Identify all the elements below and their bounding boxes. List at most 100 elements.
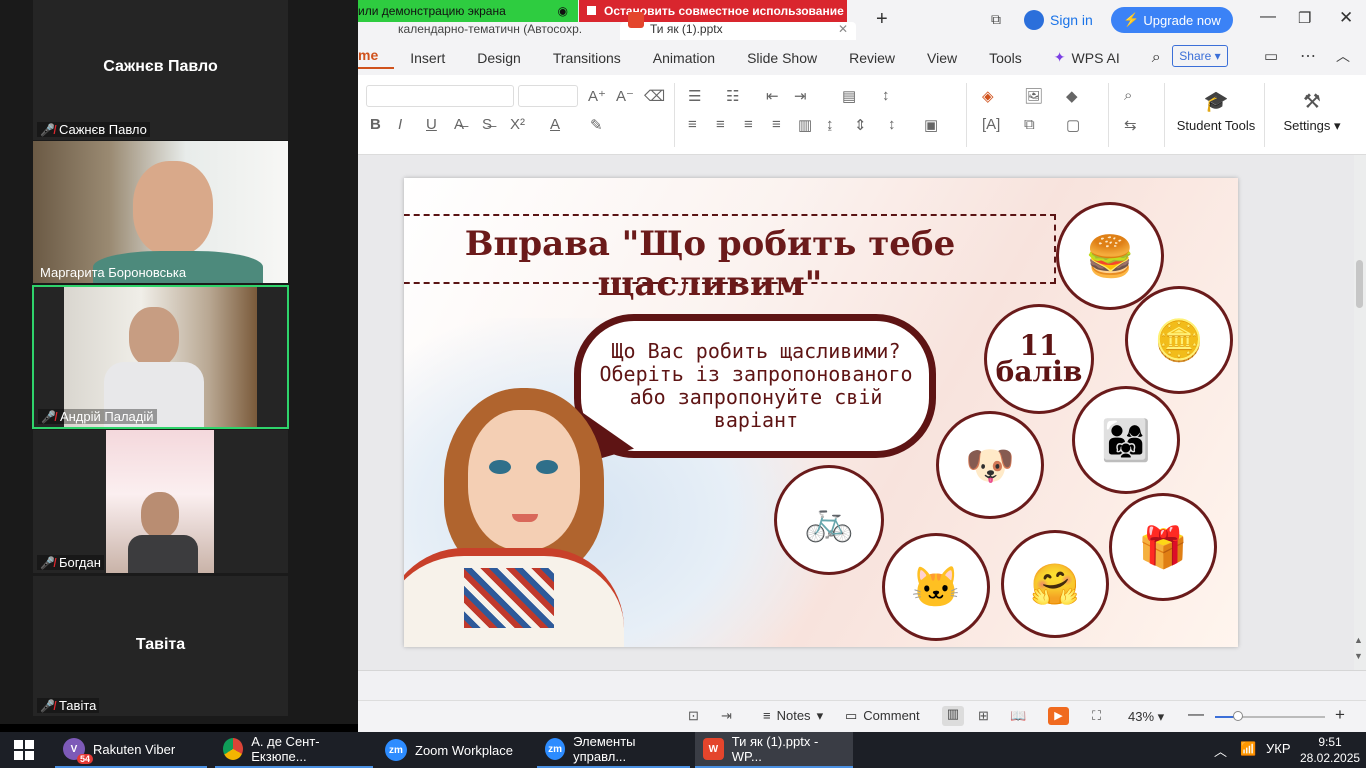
tab-home[interactable]: me <box>358 47 395 69</box>
score-circle[interactable]: 11 балів <box>984 304 1094 414</box>
fast-food-icon[interactable]: 🍔 <box>1056 202 1164 310</box>
taskbar-wps[interactable]: W Ти як (1).pptx - WP... <box>695 732 853 768</box>
taskbar-viber[interactable]: V 54 Rakuten Viber <box>55 732 207 768</box>
align-left-icon[interactable]: ≡ <box>688 116 697 133</box>
font-color-icon[interactable]: A <box>550 116 560 133</box>
underline-icon[interactable]: U <box>426 116 437 133</box>
network-icon[interactable]: 📶 <box>1240 741 1256 757</box>
italic-icon[interactable]: I <box>398 116 402 133</box>
collapse-ribbon-icon[interactable]: ︿ <box>1336 46 1350 66</box>
tab-view[interactable]: View <box>911 50 973 66</box>
student-tools-button[interactable]: 🎓 Student Tools <box>1176 89 1256 133</box>
text-box-align-icon[interactable]: ▣ <box>924 116 938 134</box>
zoom-slider-thumb[interactable] <box>1233 711 1243 721</box>
columns-icon[interactable]: ▥ <box>798 116 812 134</box>
zoom-level[interactable]: 43% ▾ <box>1128 709 1164 725</box>
find-icon[interactable]: ⌕ <box>1124 87 1132 104</box>
chevron-up-icon[interactable]: ︿ <box>1214 741 1227 760</box>
coins-icon[interactable]: 🪙 <box>1125 286 1233 394</box>
family-icon[interactable]: 👨‍👩‍👧 <box>1072 386 1180 494</box>
indent-icon[interactable]: ⇥ <box>794 87 807 105</box>
sorter-view-icon[interactable]: ⊞ <box>978 708 989 724</box>
sort-icon[interactable]: ↕ <box>882 87 890 104</box>
bicycle-icon[interactable]: 🚲 <box>774 465 884 575</box>
tab-transitions[interactable]: Transitions <box>537 50 637 66</box>
arrange-icon[interactable]: ⧉ <box>1024 116 1035 133</box>
children-hug-icon[interactable]: 🤗 <box>1001 530 1109 638</box>
taskbar-chrome[interactable]: А. де Сент-Екзюпе... <box>215 732 373 768</box>
window-switch-icon[interactable]: ⧉ <box>991 11 1001 28</box>
fill-icon[interactable]: ◆ <box>1066 87 1078 105</box>
fit-window-icon[interactable]: ⛶ <box>1092 708 1101 724</box>
bold-icon[interactable]: B <box>370 116 381 133</box>
participant-tile[interactable]: Маргарита Бороновська <box>33 141 288 283</box>
vertical-scrollbar[interactable] <box>1354 155 1366 670</box>
new-tab-icon[interactable]: + <box>876 8 888 31</box>
wps-ai-button[interactable]: ✦ WPS AI <box>1038 49 1136 66</box>
participant-tile[interactable]: Сажнєв Павло 🎤̸ Сажнєв Павло <box>33 0 288 140</box>
notes-area[interactable] <box>358 670 1366 700</box>
line-spacing-menu-icon[interactable]: ↕ <box>888 116 896 133</box>
minimize-icon[interactable]: — <box>1260 8 1276 26</box>
outline-icon[interactable]: ▢ <box>1066 116 1080 134</box>
close-window-icon[interactable]: ✕ <box>1339 8 1353 28</box>
notes-button[interactable]: ≡ Notes ▾ <box>763 708 823 724</box>
scrollbar-thumb[interactable] <box>1356 260 1363 308</box>
justify-icon[interactable]: ≡ <box>772 116 781 133</box>
decrease-font-icon[interactable]: A⁻ <box>616 87 634 105</box>
strikethrough-icon[interactable]: A̶ <box>454 116 464 133</box>
scroll-up-icon[interactable]: ▲ <box>1354 635 1363 645</box>
doc-tab[interactable]: календарно-тематичн (Автосохр. <box>398 22 618 40</box>
zoom-out-icon[interactable]: — <box>1188 706 1204 724</box>
normal-view-icon[interactable]: ▥ <box>942 706 964 726</box>
scroll-down-icon[interactable]: ▼ <box>1354 651 1363 661</box>
upgrade-button[interactable]: ⚡ Upgrade now <box>1111 7 1233 33</box>
restore-icon[interactable]: ❐ <box>1298 9 1311 27</box>
outdent-icon[interactable]: ⇤ <box>766 87 779 105</box>
dog-icon[interactable]: 🐶 <box>936 411 1044 519</box>
font-family-select[interactable] <box>366 85 514 107</box>
tab-insert[interactable]: Insert <box>394 50 461 66</box>
shapes-icon[interactable]: ◈ <box>982 87 994 105</box>
paragraph-spacing-icon[interactable]: ⇕ <box>854 116 867 134</box>
tab-tools[interactable]: Tools <box>973 50 1038 66</box>
tab-review[interactable]: Review <box>833 50 911 66</box>
play-slideshow-icon[interactable]: ▶ <box>1048 707 1069 725</box>
reading-view-icon[interactable]: 📖 <box>1010 708 1026 724</box>
search-icon[interactable]: ⌕ <box>1136 49 1177 67</box>
fit-icon[interactable]: ⇥ <box>721 708 732 724</box>
more-icon[interactable]: ⋯ <box>1300 46 1316 66</box>
settings-button[interactable]: ⚒ Settings ▾ <box>1272 89 1352 134</box>
taskbar-zoom-controls[interactable]: zm Элементы управл... <box>537 732 690 768</box>
taskbar-zoom[interactable]: zm Zoom Workplace <box>377 732 532 768</box>
eraser-icon[interactable]: ⌫ <box>644 87 665 105</box>
cat-icon[interactable]: 🐱 <box>882 533 990 641</box>
align-right-icon[interactable]: ≡ <box>744 116 753 133</box>
zoom-in-icon[interactable]: + <box>1335 705 1345 725</box>
tab-animation[interactable]: Animation <box>637 50 731 66</box>
bullets-icon[interactable]: ☰ <box>688 87 701 105</box>
slide-canvas[interactable]: Вправа "Що робить тебе щасливим" Що Вас … <box>404 178 1238 647</box>
text-direction-icon[interactable]: ▤ <box>842 87 856 105</box>
strike-icon[interactable]: S̶ <box>482 116 492 133</box>
participant-tile[interactable]: 🎤̸ Богдан <box>33 430 288 573</box>
highlight-icon[interactable]: ✎ <box>590 116 603 134</box>
stop-share-button[interactable]: Остановить совместное использование <box>579 0 847 22</box>
increase-font-icon[interactable]: A⁺ <box>588 87 606 105</box>
comment-icon[interactable]: ▭ <box>1264 47 1278 65</box>
tab-design[interactable]: Design <box>461 50 537 66</box>
participant-tile[interactable]: Тавіта 🎤̸ Тавіта <box>33 576 288 716</box>
line-spacing-icon[interactable]: ↨ <box>826 116 834 133</box>
close-tab-icon[interactable]: ✕ <box>838 22 848 36</box>
clock[interactable]: 9:51 28.02.2025 <box>1300 734 1360 766</box>
comment-button[interactable]: ▭ Comment <box>845 708 920 724</box>
numbering-icon[interactable]: ☷ <box>726 87 739 105</box>
doc-tab-active[interactable]: Ти як (1).pptx ✕ <box>620 22 856 40</box>
windows-start-icon[interactable] <box>14 740 34 760</box>
superscript-icon[interactable]: X² <box>510 116 525 133</box>
align-center-icon[interactable]: ≡ <box>716 116 725 133</box>
font-size-select[interactable] <box>518 85 578 107</box>
sign-in-button[interactable]: Sign in <box>1024 10 1093 30</box>
replace-icon[interactable]: ⇆ <box>1124 116 1137 134</box>
participant-tile-active[interactable]: 🎤̸ Андрій Паладій <box>32 285 289 429</box>
